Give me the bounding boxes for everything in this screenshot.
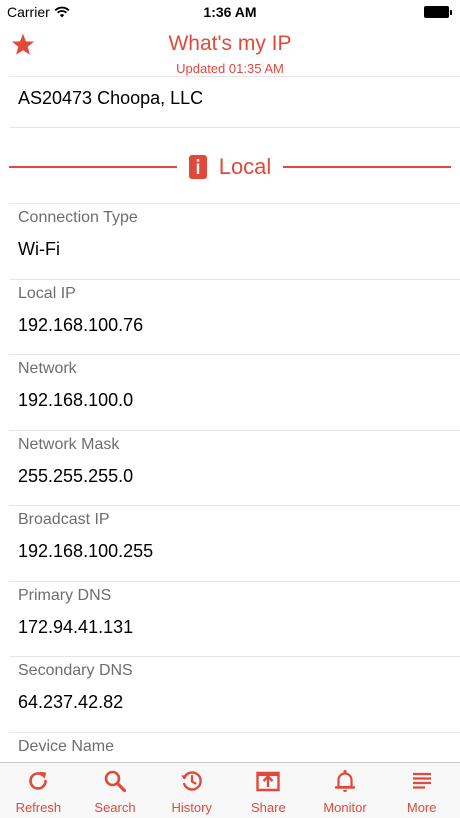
row-divider — [9, 656, 460, 657]
refresh-icon — [29, 771, 48, 790]
list-item[interactable]: Local IP 192.168.100.76 — [0, 278, 460, 355]
row-divider — [9, 580, 460, 582]
share-icon — [256, 771, 281, 792]
row-divider — [9, 429, 460, 431]
row-label: Network Mask — [18, 435, 120, 453]
tab-search[interactable]: Search — [77, 763, 154, 818]
list-item[interactable]: Device Name — [0, 731, 460, 763]
tab-label: Refresh — [15, 800, 62, 815]
bell-icon — [334, 770, 356, 792]
row-label: Connection Type — [18, 209, 138, 226]
tab-label: Search — [94, 800, 136, 815]
battery-icon — [424, 6, 452, 18]
tab-refresh[interactable]: Refresh — [0, 763, 77, 818]
row-divider — [9, 278, 460, 280]
tab-history[interactable]: History — [153, 763, 230, 818]
row-label: Broadcast IP — [18, 511, 110, 528]
tab-label: More — [406, 800, 437, 815]
list-item[interactable]: Network Mask 255.255.255.0 — [0, 429, 460, 506]
tab-share[interactable]: Share — [230, 763, 307, 818]
list-item[interactable]: Network 192.168.100.0 — [0, 354, 460, 430]
list-item[interactable]: Connection Type Wi-Fi — [0, 203, 460, 279]
history-icon — [180, 771, 202, 791]
section-line-right — [283, 166, 451, 168]
isp-value: AS20473 Choopa, LLC — [18, 88, 204, 108]
row-label: Local IP — [18, 284, 76, 302]
row-value: 64.237.42.82 — [18, 692, 124, 712]
menu-lines-icon — [412, 772, 431, 789]
updated-timestamp: Updated 01:35 AM — [176, 61, 284, 76]
tab-bar: Refresh Search History Share Monitor Mor… — [0, 762, 460, 818]
content-list[interactable]: AS20473 Choopa, LLC Local Connection Typ… — [0, 77, 460, 762]
list-item[interactable]: Secondary DNS 64.237.42.82 — [0, 656, 460, 732]
info-rows: Connection Type Wi-Fi Local IP 192.168.1… — [0, 203, 460, 762]
row-divider — [9, 127, 460, 128]
list-item[interactable]: Primary DNS 172.94.41.131 — [0, 580, 460, 657]
list-item[interactable]: Broadcast IP 192.168.100.255 — [0, 505, 460, 581]
section-line-left — [9, 166, 177, 168]
row-value: 192.168.100.0 — [18, 390, 134, 410]
row-label: Primary DNS — [18, 586, 112, 604]
tab-label: Share — [251, 800, 286, 815]
section-header-local: Local — [9, 152, 451, 182]
search-icon — [104, 770, 127, 793]
row-divider — [9, 203, 460, 204]
row-value: 192.168.100.76 — [18, 314, 144, 335]
tab-more[interactable]: More — [383, 763, 460, 818]
page-title: What's my IP — [168, 32, 292, 55]
status-bar: Carrier 1:36 AM — [0, 0, 460, 26]
row-value: 192.168.100.255 — [18, 541, 154, 561]
row-value: 255.255.255.0 — [18, 465, 134, 486]
row-value: 172.94.41.131 — [18, 616, 134, 637]
section-title: Local — [218, 154, 272, 179]
row-divider — [9, 354, 460, 355]
tab-monitor[interactable]: Monitor — [307, 763, 384, 818]
navigation-bar: What's my IP Updated 01:35 AM — [0, 26, 460, 77]
row-divider — [9, 505, 460, 506]
row-label: Secondary DNS — [18, 662, 133, 679]
tab-label: History — [171, 800, 212, 815]
row-label: Device Name — [18, 737, 115, 755]
row-label: Network — [18, 360, 77, 377]
row-divider — [9, 731, 460, 733]
phone-info-icon — [188, 155, 207, 179]
status-time: 1:36 AM — [203, 4, 257, 20]
tab-label: Monitor — [323, 800, 367, 815]
row-value: Wi-Fi — [18, 239, 60, 259]
